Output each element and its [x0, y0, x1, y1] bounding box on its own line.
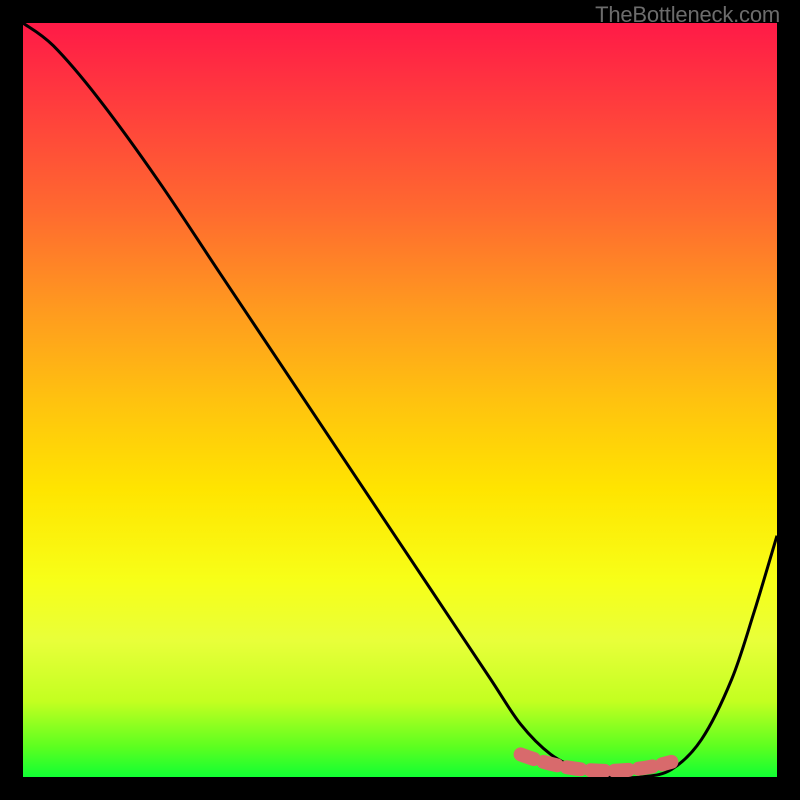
- bottleneck-curve: [23, 23, 777, 777]
- plot-outer: [23, 23, 777, 777]
- watermark-text: TheBottleneck.com: [595, 2, 780, 28]
- bottleneck-curve-svg: [23, 23, 777, 777]
- chart-frame: TheBottleneck.com: [0, 0, 800, 800]
- trough-marker: [521, 754, 672, 770]
